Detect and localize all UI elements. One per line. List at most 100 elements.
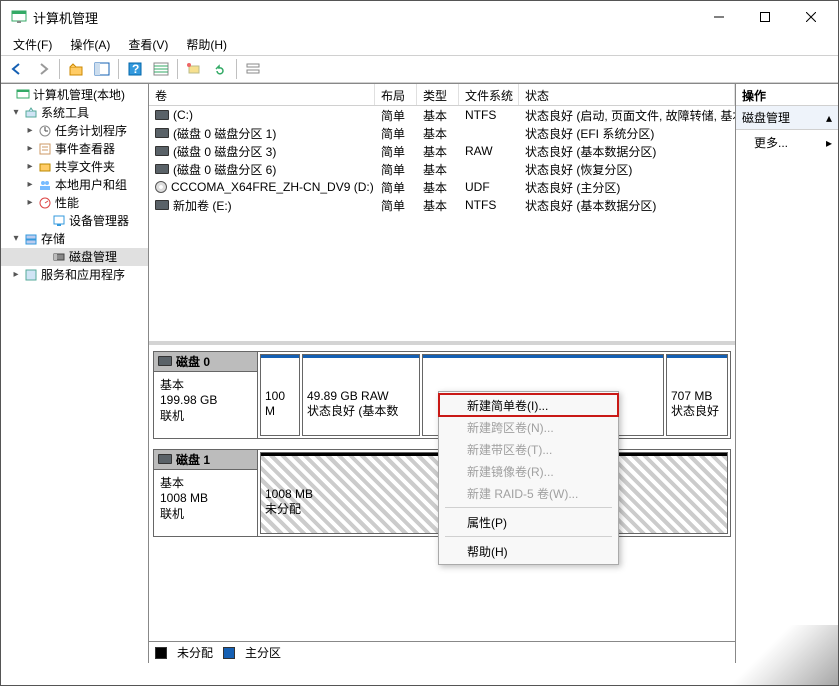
legend-primary: 主分区 (245, 644, 281, 661)
disk0-status: 联机 (160, 407, 253, 424)
disk1-type: 基本 (160, 474, 253, 491)
svg-text:?: ? (132, 62, 139, 76)
col-status[interactable]: 状态 (519, 84, 735, 105)
ctx-new-spanned-volume: 新建跨区卷(N)... (439, 416, 618, 438)
disk0-vol3[interactable]: 707 MB状态良好 (666, 354, 728, 436)
navigation-tree[interactable]: 计算机管理(本地) ▾ 系统工具 ▸ 任务计划程序 ▸ 事件查看器 ▸ 共享文件夹 ▸ 本… (1, 84, 149, 663)
context-menu: 新建简单卷(I)... 新建跨区卷(N)... 新建带区卷(T)... 新建镜像… (438, 391, 619, 565)
menu-help[interactable]: 帮助(H) (178, 33, 235, 56)
actions-pane: 操作 磁盘管理▴ 更多...▸ (736, 84, 838, 663)
ctx-new-striped-volume: 新建带区卷(T)... (439, 438, 618, 460)
actions-group-diskmgmt[interactable]: 磁盘管理▴ (736, 106, 838, 130)
ctx-new-simple-volume[interactable]: 新建简单卷(I)... (439, 394, 618, 416)
disk0-info: 磁盘 0 基本 199.98 GB 联机 (154, 352, 258, 438)
computer-icon (15, 87, 31, 103)
expand-icon[interactable]: ▸ (23, 140, 37, 158)
storage-icon (23, 231, 39, 247)
collapse-icon: ▴ (826, 111, 832, 125)
tree-devmgr[interactable]: 设备管理器 (69, 212, 129, 230)
disk-icon (155, 164, 169, 174)
table-row[interactable]: (磁盘 0 磁盘分区 6)简单基本状态良好 (恢复分区) (149, 160, 735, 178)
disk0-vol2[interactable]: 49.89 GB RAW状态良好 (基本数 (302, 354, 420, 436)
legend-unalloc-swatch (155, 647, 167, 659)
tree-systools[interactable]: 系统工具 (41, 104, 89, 122)
actions-more[interactable]: 更多...▸ (736, 130, 838, 155)
folder-icon (37, 159, 53, 175)
table-row[interactable]: (C:)简单基本NTFS状态良好 (启动, 页面文件, 故障转储, 基本 (149, 106, 735, 124)
window-title: 计算机管理 (33, 8, 98, 27)
tree-event[interactable]: 事件查看器 (55, 140, 115, 158)
expand-icon[interactable]: ▾ (9, 104, 23, 122)
menu-bar: 文件(F) 操作(A) 查看(V) 帮助(H) (1, 33, 838, 55)
menu-action[interactable]: 操作(A) (62, 33, 118, 56)
expand-icon[interactable]: ▾ (9, 230, 23, 248)
menu-file[interactable]: 文件(F) (5, 33, 60, 56)
menu-separator (445, 507, 612, 508)
col-layout[interactable]: 布局 (375, 84, 417, 105)
tree-task[interactable]: 任务计划程序 (55, 122, 127, 140)
tree-diskmgmt-row[interactable]: 磁盘管理 (1, 248, 148, 266)
watermark (718, 625, 838, 685)
disk0-size: 199.98 GB (160, 393, 253, 407)
disk0-vol1[interactable]: 100 M (260, 354, 300, 436)
table-row[interactable]: 新加卷 (E:)简单基本NTFS状态良好 (基本数据分区) (149, 196, 735, 214)
tools-icon (23, 105, 39, 121)
forward-button[interactable] (31, 57, 55, 81)
volume-list[interactable]: 卷 布局 类型 文件系统 状态 (C:)简单基本NTFS状态良好 (启动, 页面… (149, 84, 735, 345)
tree-users[interactable]: 本地用户和组 (55, 176, 127, 194)
app-icon (11, 9, 27, 25)
show-hide-tree-button[interactable] (90, 57, 114, 81)
col-volume[interactable]: 卷 (149, 84, 375, 105)
disk1-status: 联机 (160, 505, 253, 522)
minimize-button[interactable] (696, 1, 742, 33)
clock-icon (37, 123, 53, 139)
close-button[interactable] (788, 1, 834, 33)
settings-button[interactable] (182, 57, 206, 81)
disk0-type: 基本 (160, 376, 253, 393)
tree-root[interactable]: 计算机管理(本地) (33, 86, 125, 104)
disk1-info: 磁盘 1 基本 1008 MB 联机 (154, 450, 258, 536)
volume-name: CCCOMA_X64FRE_ZH-CN_DV9 (D:) (171, 180, 374, 194)
back-button[interactable] (5, 57, 29, 81)
ctx-new-raid5-volume: 新建 RAID-5 卷(W)... (439, 482, 618, 504)
maximize-button[interactable] (742, 1, 788, 33)
expand-icon[interactable]: ▸ (23, 122, 37, 140)
view-button[interactable] (149, 57, 173, 81)
up-button[interactable] (64, 57, 88, 81)
volume-name: (C:) (173, 108, 193, 122)
expand-icon[interactable]: ▸ (9, 266, 23, 284)
disk0-title: 磁盘 0 (176, 353, 210, 370)
ctx-help[interactable]: 帮助(H) (439, 540, 618, 562)
event-icon (37, 141, 53, 157)
expand-icon[interactable]: ▸ (23, 194, 37, 212)
tree-services[interactable]: 服务和应用程序 (41, 266, 125, 284)
table-row[interactable]: CCCOMA_X64FRE_ZH-CN_DV9 (D:)简单基本UDF状态良好 … (149, 178, 735, 196)
cd-icon (155, 181, 167, 193)
tree-perf[interactable]: 性能 (55, 194, 79, 212)
expand-icon[interactable]: ▸ (23, 158, 37, 176)
refresh-button[interactable] (208, 57, 232, 81)
expand-icon[interactable]: ▸ (23, 176, 37, 194)
perf-icon (37, 195, 53, 211)
table-row[interactable]: (磁盘 0 磁盘分区 1)简单基本状态良好 (EFI 系统分区) (149, 124, 735, 142)
help-button[interactable]: ? (123, 57, 147, 81)
volume-name: (磁盘 0 磁盘分区 6) (173, 161, 276, 178)
ctx-properties[interactable]: 属性(P) (439, 511, 618, 533)
menu-view[interactable]: 查看(V) (120, 33, 176, 56)
title-bar: 计算机管理 (1, 1, 838, 33)
disk-icon (155, 128, 169, 138)
tree-storage[interactable]: 存储 (41, 230, 65, 248)
tree-diskmgmt: 磁盘管理 (69, 248, 117, 266)
volume-name: (磁盘 0 磁盘分区 3) (173, 143, 276, 160)
tree-share[interactable]: 共享文件夹 (55, 158, 115, 176)
users-icon (37, 177, 53, 193)
col-fs[interactable]: 文件系统 (459, 84, 519, 105)
table-row[interactable]: (磁盘 0 磁盘分区 3)简单基本RAW状态良好 (基本数据分区) (149, 142, 735, 160)
actions-header: 操作 (736, 84, 838, 106)
legend-bar: 未分配 主分区 (149, 641, 735, 663)
legend-unalloc: 未分配 (177, 644, 213, 661)
device-icon (51, 213, 67, 229)
list-view-button[interactable] (241, 57, 265, 81)
col-type[interactable]: 类型 (417, 84, 459, 105)
disk-icon (155, 200, 169, 210)
